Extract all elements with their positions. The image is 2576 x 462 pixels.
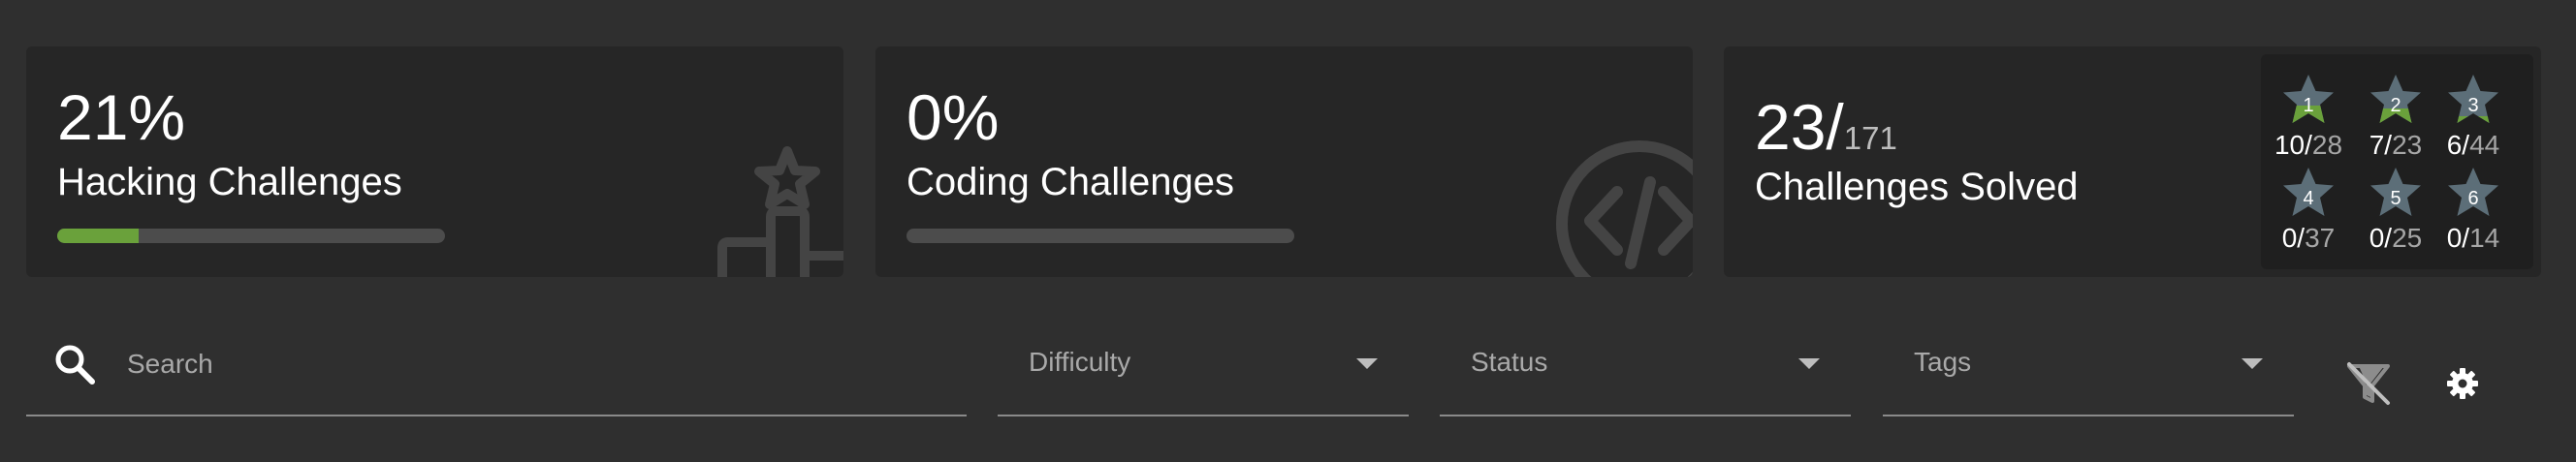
star-solved: 0/ — [2369, 223, 2393, 253]
tags-select[interactable]: Tags — [1883, 320, 2294, 416]
star-solved: 7/ — [2369, 130, 2393, 160]
chevron-down-icon — [1798, 358, 1820, 369]
star-counts: 7/23 — [2352, 130, 2439, 161]
star-solved: 10/ — [2274, 130, 2312, 160]
challenges-solved-card: 23/171 Challenges Solved 1 10/28 2 7/23 … — [1724, 46, 2541, 277]
star-counts: 0/37 — [2265, 223, 2352, 254]
chevron-down-icon — [2242, 358, 2263, 369]
clear-filters-button[interactable] — [2337, 353, 2400, 415]
coding-progress-bar — [906, 229, 1294, 243]
difficulty-star-3: 3 6/44 — [2430, 72, 2517, 169]
search-icon — [51, 341, 98, 387]
difficulty-select[interactable]: Difficulty — [998, 320, 1409, 416]
difficulty-label: Difficulty — [1029, 347, 1131, 377]
difficulty-star-6: 6 0/14 — [2430, 165, 2517, 262]
star-counts: 0/14 — [2430, 223, 2517, 254]
filter-off-icon — [2347, 362, 2390, 405]
difficulty-star-4: 4 0/37 — [2265, 165, 2352, 262]
star-level: 1 — [2303, 95, 2314, 116]
chevron-down-icon — [1356, 358, 1378, 369]
star-level: 3 — [2467, 95, 2479, 116]
solved-title: Challenges Solved — [1755, 166, 2079, 208]
difficulty-stars-panel: 1 10/28 2 7/23 3 6/44 4 0/37 5 0/25 6 0/… — [2261, 54, 2533, 269]
star-progress-fill — [2448, 116, 2498, 123]
star-solved: 0/ — [2446, 223, 2470, 253]
hacking-challenges-card: 21% Hacking Challenges — [26, 46, 843, 277]
code-icon — [1556, 140, 1693, 277]
podium-star-icon — [717, 146, 843, 277]
hacking-title: Hacking Challenges — [57, 161, 402, 203]
search-input[interactable] — [127, 341, 922, 387]
star-level: 4 — [2303, 188, 2314, 209]
search-field[interactable] — [26, 320, 967, 416]
star-total: 28 — [2311, 130, 2343, 160]
status-select[interactable]: Status — [1440, 320, 1851, 416]
difficulty-star-1: 1 10/28 — [2265, 72, 2352, 169]
star-total: 25 — [2392, 223, 2423, 253]
tags-label: Tags — [1914, 347, 1972, 377]
hacking-progress-fill — [57, 229, 139, 243]
solved-count: 23/171 — [1755, 95, 1897, 159]
coding-title: Coding Challenges — [906, 161, 1235, 203]
solved-number: 23/ — [1755, 91, 1844, 163]
star-total: 37 — [2305, 223, 2336, 253]
star-total: 44 — [2469, 130, 2500, 160]
settings-button[interactable] — [2432, 353, 2494, 415]
hacking-progress-bar — [57, 229, 445, 243]
status-label: Status — [1471, 347, 1548, 377]
star-solved: 0/ — [2281, 223, 2306, 253]
coding-challenges-card: 0% Coding Challenges — [875, 46, 1693, 277]
hacking-percent: 21% — [57, 81, 186, 153]
star-counts: 10/28 — [2265, 130, 2352, 161]
gear-icon — [2447, 368, 2478, 399]
star-counts: 6/44 — [2430, 130, 2517, 161]
star-total: 14 — [2469, 223, 2500, 253]
star-level: 5 — [2390, 188, 2401, 209]
star-level: 6 — [2467, 188, 2479, 209]
star-counts: 0/25 — [2352, 223, 2439, 254]
solved-total: 171 — [1843, 120, 1897, 156]
star-solved: 6/ — [2446, 130, 2470, 160]
difficulty-star-5: 5 0/25 — [2352, 165, 2439, 262]
difficulty-star-2: 2 7/23 — [2352, 72, 2439, 169]
star-level: 2 — [2390, 95, 2401, 116]
star-total: 23 — [2392, 130, 2423, 160]
coding-percent: 0% — [906, 81, 1000, 153]
